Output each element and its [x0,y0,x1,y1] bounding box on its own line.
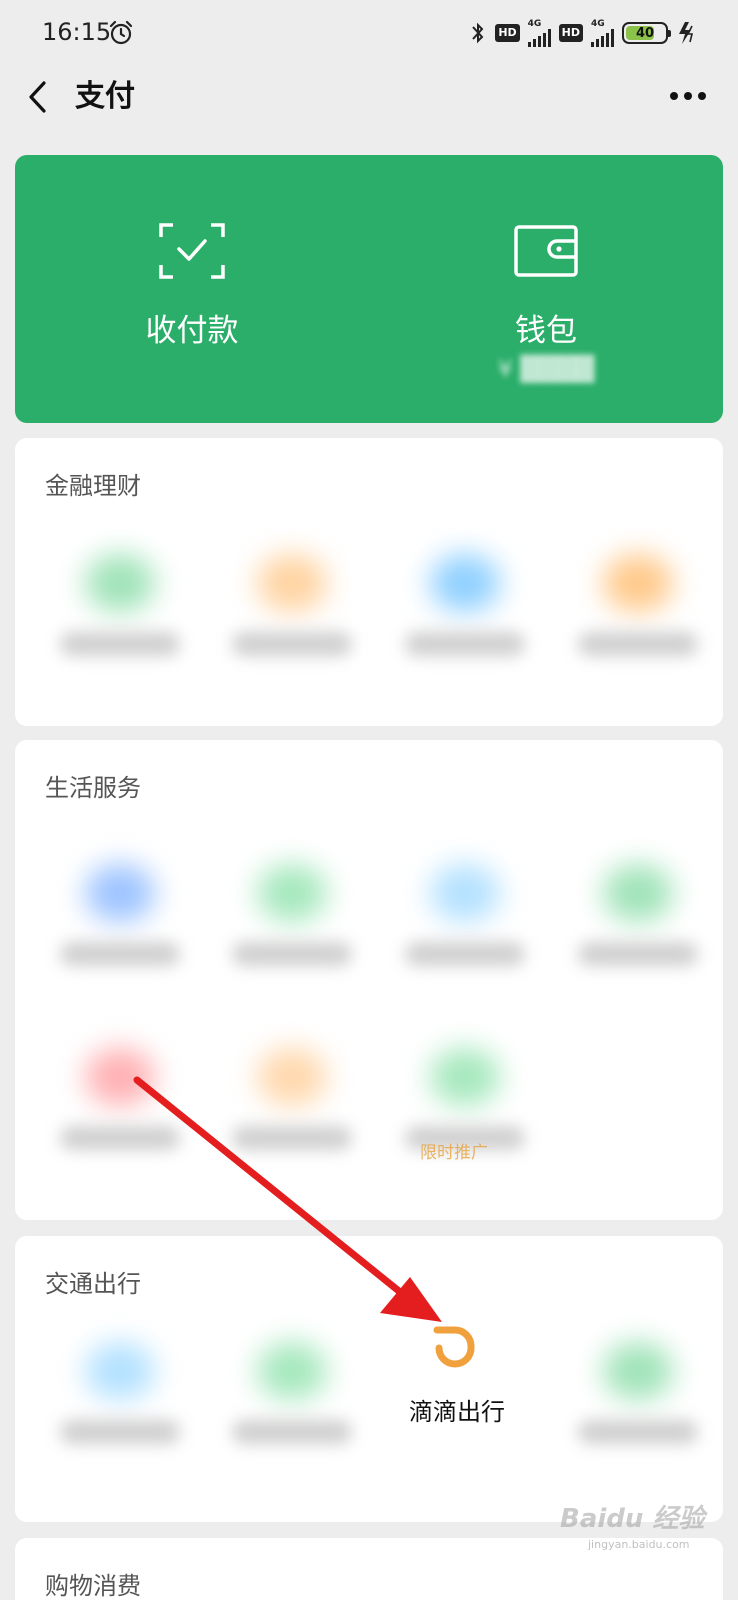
service-item[interactable] [40,848,200,978]
finance-item[interactable] [212,538,372,668]
transport-section: 交通出行 [15,1236,723,1522]
section-title: 生活服务 [45,774,141,802]
back-icon[interactable] [22,76,54,118]
charging-icon [679,22,694,44]
service-item[interactable] [558,848,718,978]
promo-tag: 限时推广 [420,1143,488,1163]
wallet-balance: ¥ ████ [497,355,595,383]
watermark-url: jingyan.baidu.com [588,1538,690,1551]
section-title: 金融理财 [45,472,141,500]
scan-check-icon [159,223,225,279]
status-bar: 16:15 HD 4G HD 4G 40 [0,0,738,68]
bluetooth-icon [472,22,484,44]
more-icon[interactable] [670,92,706,102]
transport-item[interactable] [558,1326,718,1456]
service-item[interactable] [212,1032,372,1162]
baidu-watermark: Baidu 经验 [560,1504,705,1534]
signal-icon-2: 4G [591,19,614,47]
wallet-label: 钱包 [515,313,577,349]
receive-pay-button[interactable]: 收付款 [15,155,369,423]
wallet-icon [514,225,578,277]
nav-bar: 支付 [0,68,738,130]
battery-icon: 40 [622,22,671,44]
finance-section: 金融理财 [15,438,723,726]
service-item[interactable] [385,848,545,978]
wallet-button[interactable]: 钱包 ¥ ████ [369,155,723,423]
wallet-card: 收付款 钱包 ¥ ████ [15,155,723,423]
life-services-section: 生活服务 [15,740,723,1220]
finance-item[interactable] [385,538,545,668]
section-title: 购物消费 [45,1572,141,1600]
hd-badge-1: HD [495,24,520,42]
status-time: 16:15 [42,18,112,46]
receive-pay-label: 收付款 [145,313,239,349]
signal-icon-1: 4G [527,19,551,47]
service-item[interactable] [212,848,372,978]
transport-item[interactable] [40,1326,200,1456]
didi-icon[interactable] [430,1326,480,1370]
battery-level: 40 [635,25,655,41]
finance-item[interactable] [558,538,718,668]
section-title: 交通出行 [45,1270,141,1298]
finance-item[interactable] [40,538,200,668]
page-title: 支付 [75,79,135,114]
hd-badge-2: HD [558,24,583,42]
service-item[interactable] [40,1032,200,1162]
alarm-icon [109,20,133,45]
didi-label[interactable]: 滴滴出行 [396,1392,518,1427]
transport-item[interactable] [212,1326,372,1456]
